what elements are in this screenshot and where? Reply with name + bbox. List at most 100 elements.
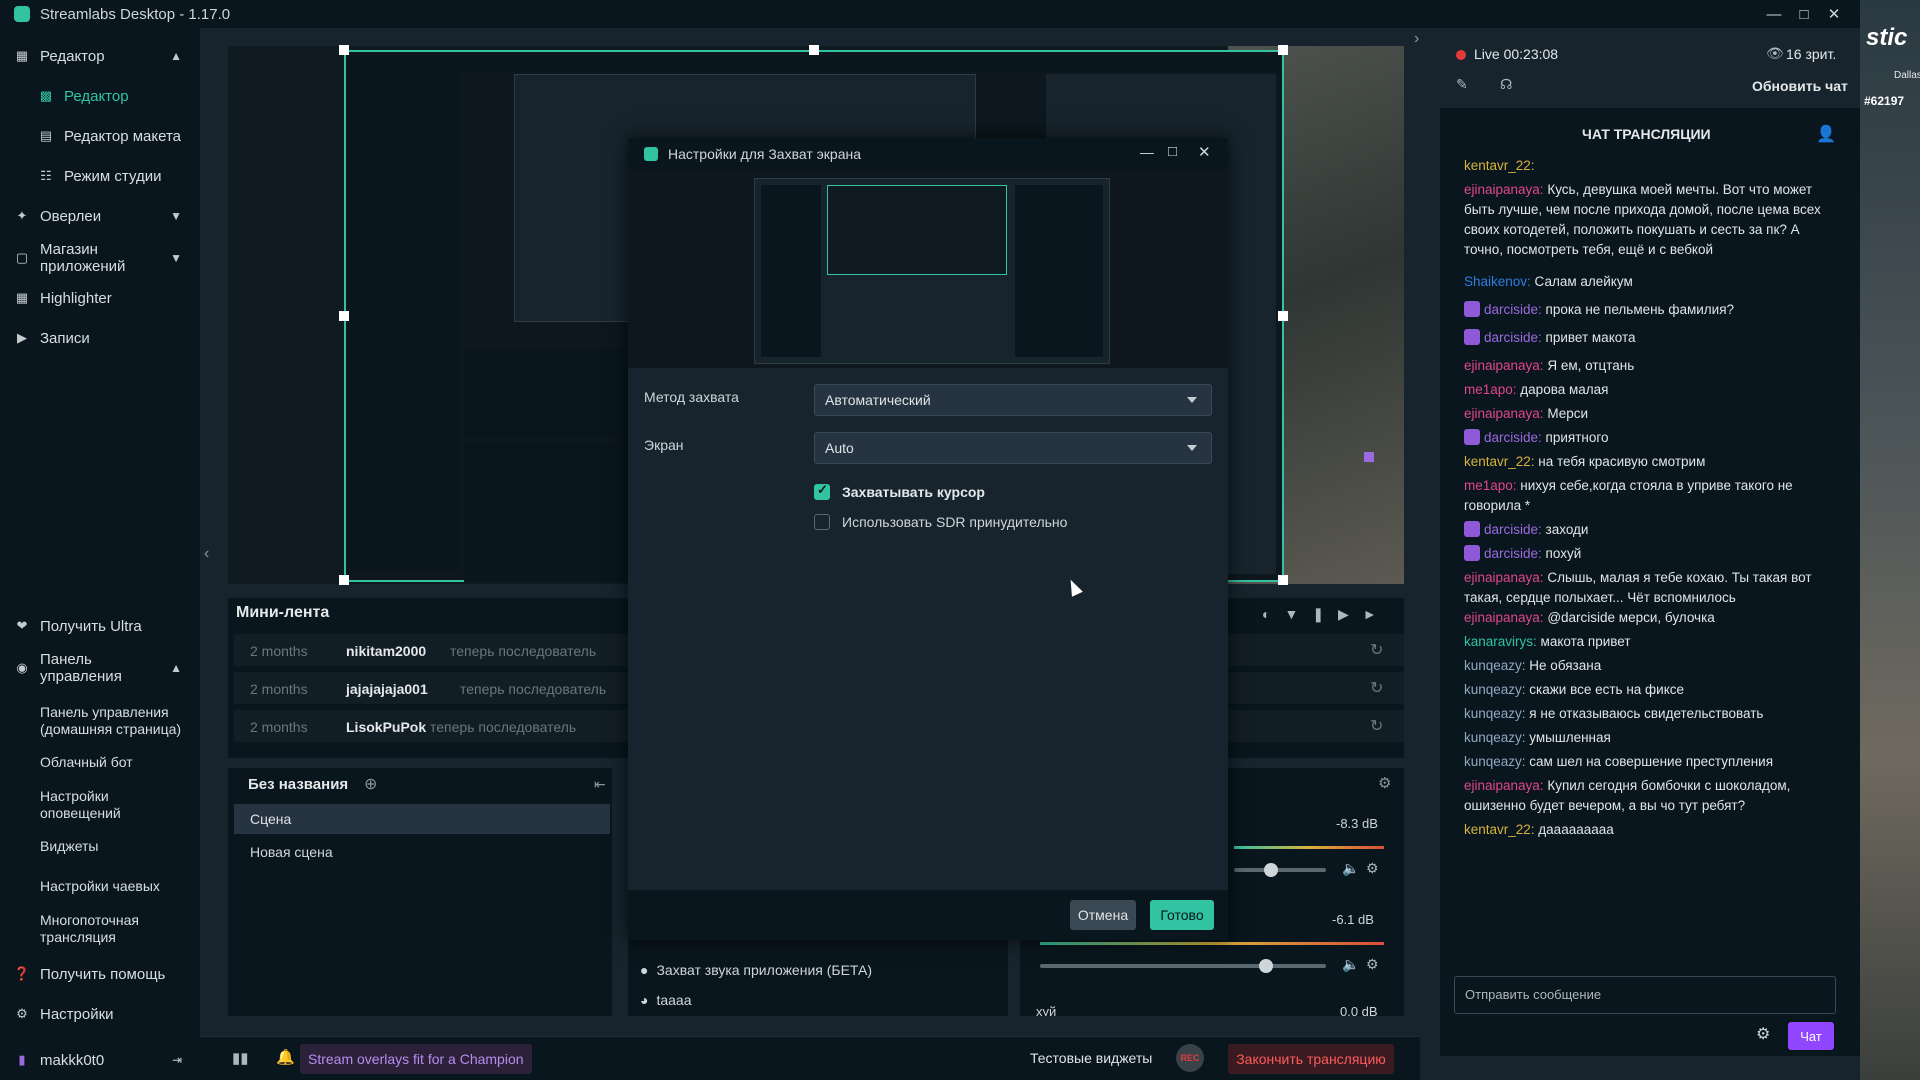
close-icon[interactable]: ✕ — [1820, 0, 1848, 28]
sidebar-item-multistream[interactable]: Многопоточная трансляция — [40, 912, 170, 946]
chat-username[interactable]: kunqeazy: — [1464, 730, 1526, 745]
resize-handle[interactable] — [339, 45, 349, 55]
resize-handle[interactable] — [339, 575, 349, 585]
sidebar-item-get-ultra[interactable]: ❤ Получить Ultra — [0, 612, 200, 640]
close-icon[interactable]: ✕ — [1198, 143, 1211, 161]
end-stream-button[interactable]: Закончить трансляцию — [1228, 1044, 1394, 1074]
replay-icon[interactable]: ↻ — [1370, 640, 1383, 660]
refresh-chat-button[interactable]: Обновить чат — [1752, 78, 1848, 94]
speaker-icon[interactable]: 🔈 — [1342, 956, 1359, 973]
done-button[interactable]: Готово — [1150, 900, 1214, 930]
sidebar-item-studio-mode[interactable]: ☷ Режим студии — [0, 162, 200, 190]
resize-handle[interactable] — [1278, 311, 1288, 321]
scene-item-active[interactable]: Сцена — [234, 804, 610, 834]
replay-icon[interactable]: ↻ — [1370, 716, 1383, 736]
share-icon[interactable]: ☊ — [1500, 76, 1512, 93]
chat-username[interactable]: kentavr_22: — [1464, 454, 1535, 469]
edit-icon[interactable]: ✎ — [1456, 76, 1468, 93]
resize-handle[interactable] — [1278, 45, 1288, 55]
sidebar-item-dashboard-home[interactable]: Панель управления (домашняя страница) — [40, 704, 190, 738]
sidebar-item-highlighter[interactable]: ▦ Highlighter — [0, 284, 200, 312]
sidebar-item-recordings[interactable]: ▶ Записи — [0, 324, 200, 352]
volume-slider-2[interactable] — [1040, 959, 1326, 973]
cancel-button[interactable]: Отмена — [1070, 900, 1136, 930]
chat-username[interactable]: kunqeazy: — [1464, 658, 1526, 673]
chat-username[interactable]: ejinaipanaya: — [1464, 406, 1544, 421]
chat-username[interactable]: darciside: — [1484, 330, 1542, 345]
force-sdr-checkbox[interactable] — [814, 514, 830, 530]
maximize-icon[interactable]: □ — [1790, 0, 1818, 28]
scene-collection-title[interactable]: Без названия — [248, 776, 348, 793]
sidebar-item-alert-settings[interactable]: Настройки оповещений — [40, 788, 170, 822]
chat-username[interactable]: ejinaipanaya: — [1464, 778, 1544, 793]
chat-username[interactable]: ejinaipanaya: — [1464, 358, 1544, 373]
chat-username[interactable]: kunqeazy: — [1464, 682, 1526, 697]
dialog-titlebar: Настройки для Захват экрана — □ ✕ — [628, 138, 1228, 170]
minimize-icon[interactable]: — — [1140, 144, 1154, 160]
chat-input[interactable]: Отправить сообщение — [1454, 976, 1836, 1014]
bell-icon[interactable]: 🔔 — [276, 1048, 295, 1066]
add-scene-icon[interactable]: ⊕ — [364, 774, 377, 794]
collapse-right-icon[interactable]: › — [1414, 30, 1419, 48]
sidebar-user[interactable]: ▮ makkk0t0 ⇥ — [0, 1046, 200, 1074]
resize-handle[interactable] — [1278, 575, 1288, 585]
send-chat-button[interactable]: Чат — [1788, 1022, 1834, 1050]
scene-transition-icon[interactable]: ⇤ — [594, 776, 606, 793]
chat-username[interactable]: ejinaipanaya: — [1464, 182, 1544, 197]
source-item[interactable]: ● Захват звука приложения (БЕТА) — [640, 962, 872, 978]
chat-settings-icon[interactable]: ⚙ — [1756, 1024, 1770, 1044]
chat-username[interactable]: ejinaipanaya: — [1464, 610, 1544, 625]
chat-username[interactable]: darciside: — [1484, 302, 1542, 317]
chat-username[interactable]: kanaravirys: — [1464, 634, 1537, 649]
chat-username[interactable]: darciside: — [1484, 430, 1542, 445]
gear-icon[interactable]: ⚙ — [1366, 956, 1379, 973]
sidebar-item-tip-settings[interactable]: Настройки чаевых — [40, 878, 160, 895]
minimize-icon[interactable]: — — [1760, 0, 1788, 28]
scene-item[interactable]: Новая сцена — [250, 844, 333, 860]
users-icon[interactable]: 👤 — [1816, 124, 1836, 144]
chevron-down-icon — [1187, 445, 1197, 451]
sidebar-item-widgets[interactable]: Виджеты — [40, 838, 99, 855]
chat-username[interactable]: kunqeazy: — [1464, 706, 1526, 721]
gear-icon[interactable]: ⚙ — [1366, 860, 1379, 877]
collapse-left-icon[interactable]: ‹ — [204, 545, 209, 563]
sidebar-item-app-store[interactable]: ▢ Магазин приложений ▼ — [0, 238, 200, 278]
rec-button[interactable]: REC — [1176, 1044, 1204, 1072]
volume-slider-knob[interactable] — [1258, 959, 1273, 973]
volume-slider-1[interactable] — [1234, 863, 1326, 877]
chat-username[interactable]: me1apo: — [1464, 478, 1517, 493]
mixer-settings-icon[interactable]: ⚙ — [1378, 774, 1391, 792]
resize-handle[interactable] — [339, 311, 349, 321]
logout-icon[interactable]: ⇥ — [172, 1053, 182, 1067]
screen-select[interactable]: Auto — [814, 432, 1212, 464]
speaker-icon[interactable]: 🔈 — [1342, 860, 1359, 877]
sidebar-item-get-help[interactable]: ❓ Получить помощь — [0, 960, 200, 988]
sidebar-item-cloudbot[interactable]: Облачный бот — [40, 754, 133, 771]
volume-slider-knob[interactable] — [1263, 863, 1278, 877]
chat-username[interactable]: darciside: — [1484, 522, 1542, 537]
resize-handle[interactable] — [809, 45, 819, 55]
chat-username[interactable]: ejinaipanaya: — [1464, 570, 1544, 585]
chat-username[interactable]: kentavr_22: — [1464, 158, 1535, 173]
replay-icon[interactable]: ↻ — [1370, 678, 1383, 698]
chat-username[interactable]: darciside: — [1484, 546, 1542, 561]
maximize-icon[interactable]: □ — [1168, 143, 1177, 160]
chat-username[interactable]: me1apo: — [1464, 382, 1517, 397]
sidebar-item-dashboard[interactable]: ◉ Панель управления ▲ — [0, 648, 200, 688]
sidebar-item-layout-editor[interactable]: ▤ Редактор макета — [0, 122, 200, 150]
capture-cursor-checkbox[interactable]: ✓ — [814, 482, 830, 500]
chat-text: приятного — [1541, 430, 1609, 445]
sidebar-item-overlays[interactable]: ✦ Оверлеи ▼ — [0, 202, 200, 230]
source-item[interactable]: ◕ taaaa — [640, 992, 692, 1008]
stats-icon[interactable]: ▮▮ — [232, 1049, 249, 1067]
chat-username[interactable]: Shaikenov: — [1464, 274, 1531, 289]
sidebar-item-editor-group[interactable]: ▦ Редактор ▲ — [0, 42, 200, 70]
sidebar-item-settings[interactable]: ⚙ Настройки — [0, 1000, 200, 1028]
chat-username[interactable]: kentavr_22: — [1464, 822, 1535, 837]
capture-method-select[interactable]: Автоматический — [814, 384, 1212, 416]
chat-username[interactable]: kunqeazy: — [1464, 754, 1526, 769]
promo-banner[interactable]: Stream overlays fit for a Champion — [300, 1044, 532, 1074]
feed-controls[interactable]: ◐▼❚▶► — [1262, 606, 1391, 623]
sidebar-item-editor[interactable]: ▩ Редактор — [0, 82, 200, 110]
test-widgets-button[interactable]: Тестовые виджеты — [1030, 1050, 1152, 1066]
